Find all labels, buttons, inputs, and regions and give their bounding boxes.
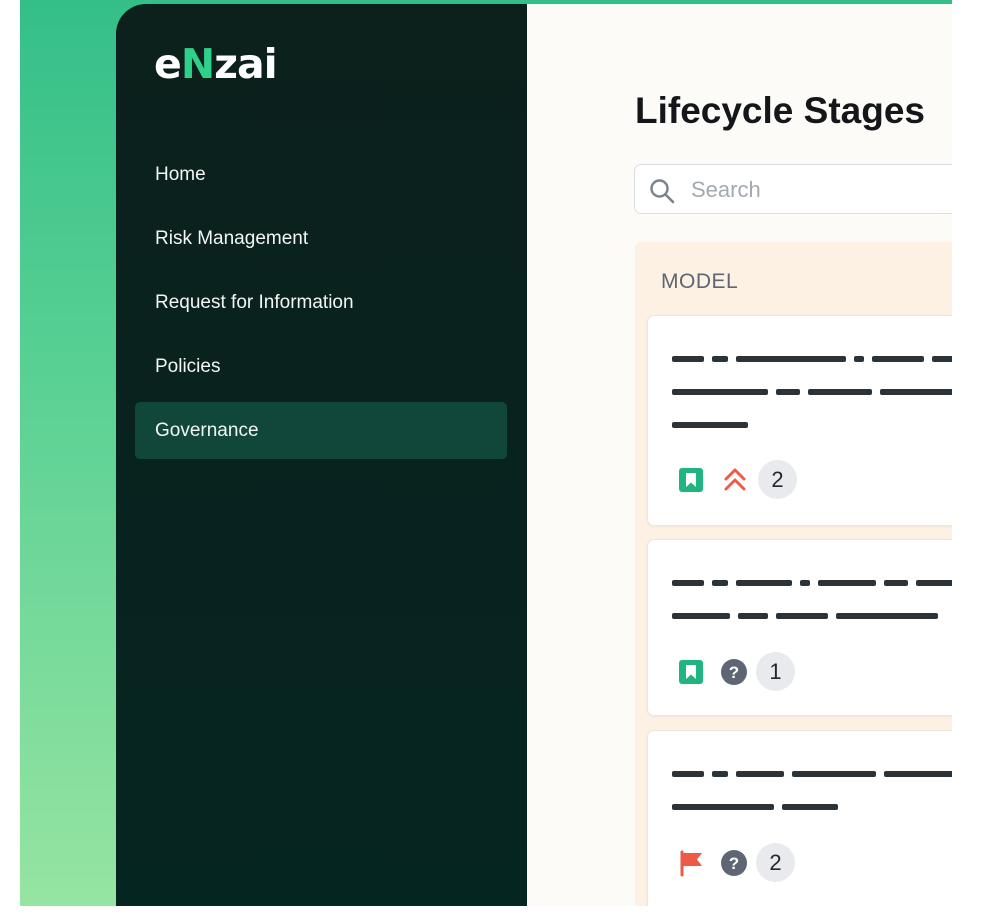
column-title: MODEL: [661, 270, 739, 293]
sidebar-item-home[interactable]: Home: [135, 146, 507, 203]
card-badges: ? 2: [678, 843, 795, 882]
sidebar-item-policies[interactable]: Policies: [135, 338, 507, 395]
sidebar-item-label: Request for Information: [155, 291, 354, 313]
search-box[interactable]: [634, 164, 952, 215]
logo-accent: N: [180, 40, 215, 88]
sidebar-item-label: Policies: [155, 355, 221, 377]
comment-count-badge: 1: [756, 652, 795, 691]
sidebar-item-governance[interactable]: Governance: [135, 402, 507, 459]
bookmark-icon: [679, 467, 703, 492]
logo-suffix: zai: [214, 40, 278, 88]
stage-card[interactable]: 2: [647, 315, 952, 526]
bookmark-icon: [679, 659, 703, 684]
help-circle-icon: ?: [721, 849, 747, 876]
search-icon: [650, 179, 675, 204]
sidebar-item-risk-management[interactable]: Risk Management: [135, 210, 507, 267]
sidebar-item-request-for-information[interactable]: Request for Information: [135, 274, 507, 331]
stage-card[interactable]: ? 2: [647, 730, 952, 906]
search-input[interactable]: [689, 165, 952, 215]
comment-count-badge: 2: [756, 843, 795, 882]
app-window: eNzai Home Risk Management Request for I…: [116, 4, 952, 906]
sidebar-item-label: Home: [155, 163, 206, 185]
card-badges: 2: [678, 460, 797, 499]
main-content: Lifecycle Stages MODEL: [527, 4, 952, 906]
sidebar: eNzai Home Risk Management Request for I…: [116, 4, 527, 906]
comment-count-badge: 2: [758, 460, 797, 499]
svg-text:?: ?: [729, 854, 739, 873]
stage-card[interactable]: ? 1: [647, 539, 952, 716]
chevrons-up-icon: [724, 468, 746, 490]
lifecycle-column-model: MODEL 2 ? 1 ? 2: [635, 242, 952, 906]
page-title: Lifecycle Stages: [635, 90, 925, 131]
sidebar-nav: Home Risk Management Request for Informa…: [135, 146, 507, 466]
flag-icon: [680, 850, 702, 876]
logo-prefix: e: [154, 40, 182, 88]
card-badges: ? 1: [678, 652, 795, 691]
help-circle-icon: ?: [721, 658, 747, 685]
svg-text:?: ?: [729, 663, 739, 682]
sidebar-item-label: Risk Management: [155, 227, 309, 249]
enzai-logo[interactable]: eNzai: [154, 44, 278, 85]
sidebar-item-label: Governance: [155, 419, 259, 441]
